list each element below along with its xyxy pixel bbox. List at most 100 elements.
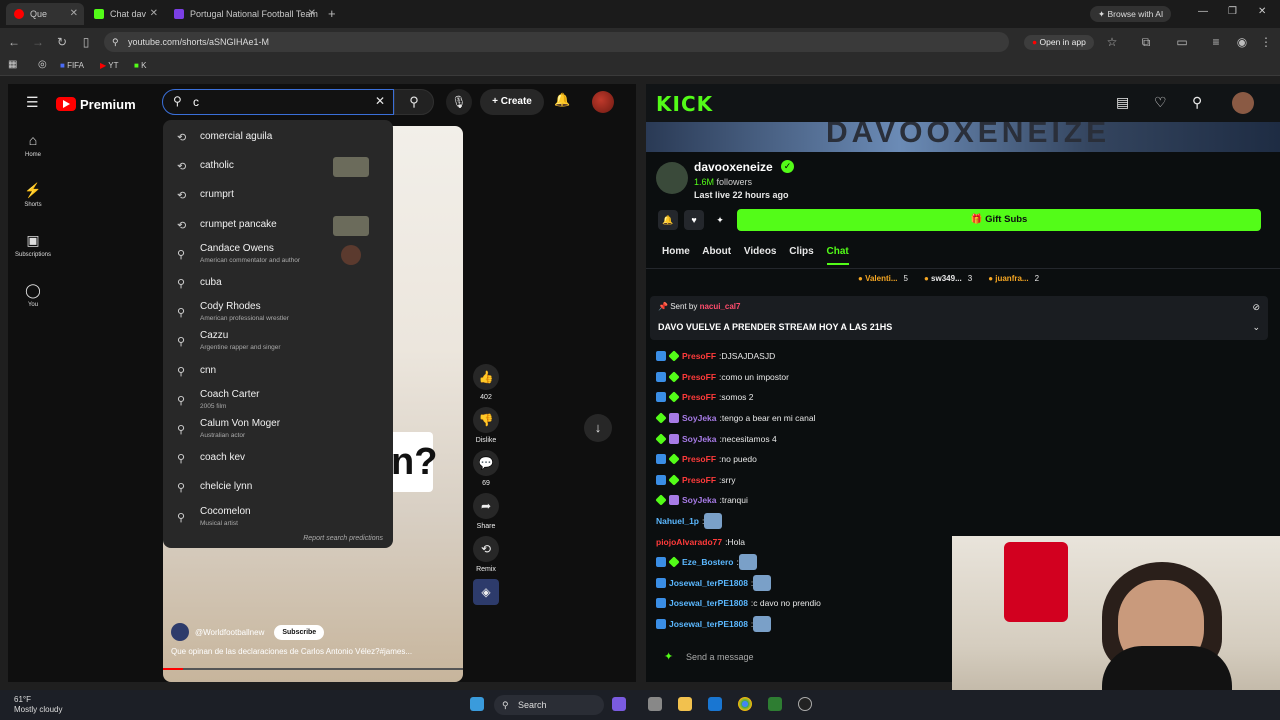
comments-button[interactable]: 💬 69 — [470, 450, 502, 487]
like-button[interactable]: 👍 402 — [470, 364, 502, 401]
menu-lines-icon[interactable]: ≡ — [1206, 32, 1226, 52]
notification-bell-button[interactable]: 🔔 — [658, 210, 678, 230]
new-tab-button[interactable]: + — [328, 6, 336, 21]
search-icon[interactable]: ⚲ — [1192, 94, 1202, 111]
chat-input[interactable]: ✦ Send a message — [656, 646, 956, 668]
chat-username[interactable]: Josewal_terPE1808 — [669, 619, 748, 629]
taskbar-search[interactable]: ⚲ Search — [494, 695, 604, 715]
chat-message[interactable]: PresoFF: DJSAJDASJD — [656, 346, 1266, 367]
leaderboard-item[interactable]: ● Valenti... 5 — [858, 274, 908, 283]
chrome-icon[interactable] — [738, 697, 752, 711]
progress-bar[interactable] — [163, 668, 463, 670]
obs-icon[interactable] — [798, 697, 812, 711]
share-button[interactable]: ➦ Share — [470, 493, 502, 530]
app-icon[interactable] — [768, 697, 782, 711]
suggestion-item[interactable]: ⚲ Coach Carter 2005 film — [163, 387, 393, 416]
chat-username[interactable]: Josewal_terPE1808 — [669, 578, 748, 588]
avatar[interactable] — [1232, 92, 1254, 114]
reload-icon[interactable]: ↻ — [52, 32, 72, 52]
tab-about[interactable]: About — [702, 246, 731, 257]
hamburger-menu-icon[interactable]: ☰ — [26, 94, 39, 111]
chat-username[interactable]: PresoFF — [682, 351, 716, 361]
chat-message[interactable]: PresoFF: como un impostor — [656, 367, 1266, 388]
suggestion-item[interactable]: ⚲ coach kev — [163, 445, 393, 474]
leaderboard-item[interactable]: ● juanfra... 2 — [988, 274, 1039, 283]
more-vert-icon[interactable]: ⋮ — [1256, 32, 1276, 52]
suggestion-item[interactable]: ⚲ Cazzu Argentine rapper and singer — [163, 328, 393, 357]
suggestion-item[interactable]: ⟲ comercial aguila — [163, 124, 393, 153]
chat-username[interactable]: Josewal_terPE1808 — [669, 598, 748, 608]
outlook-icon[interactable] — [708, 697, 722, 711]
suggestion-item[interactable]: ⚲ Candace Owens American commentator and a… — [163, 241, 393, 270]
chat-username[interactable]: SoyJeka — [682, 434, 717, 444]
browse-with-ai-button[interactable]: ✦ Browse with AI — [1090, 6, 1172, 22]
follow-heart-button[interactable]: ♥ — [684, 210, 704, 230]
files-icon[interactable] — [648, 697, 662, 711]
emote-icon[interactable]: ✦ — [664, 646, 673, 668]
bookmark-yt[interactable]: ▶ YT — [100, 61, 118, 70]
close-tab-icon[interactable]: ✕ — [150, 8, 158, 19]
extensions-icon[interactable]: ⧉ — [1136, 32, 1156, 52]
subscribe-button[interactable]: Subscribe — [274, 624, 325, 640]
chat-username[interactable]: PresoFF — [682, 454, 716, 464]
people-app-icon[interactable] — [612, 697, 626, 711]
audio-thumbnail[interactable]: ◈ — [470, 579, 502, 605]
close-tab-icon[interactable]: ✕ — [308, 8, 316, 19]
suggestion-item[interactable]: ⚲ Cody Rhodes American professional wrestl… — [163, 299, 393, 328]
chat-message[interactable]: SoyJeka: tranqui — [655, 490, 1266, 511]
site-info-icon[interactable]: ⚲ — [112, 32, 119, 52]
more-button[interactable]: ✦ — [710, 210, 730, 230]
folder-icon[interactable] — [678, 697, 692, 711]
remix-button[interactable]: ⟲ Remix — [470, 536, 502, 573]
voice-search-button[interactable]: 🎙 — [446, 89, 472, 115]
bookmark-fifa[interactable]: ■ FIFA — [60, 61, 84, 70]
star-icon[interactable]: ☆ — [1102, 32, 1122, 52]
close-tab-icon[interactable]: ✕ — [70, 8, 78, 19]
leaderboard-item[interactable]: ● sw349... 3 — [924, 274, 972, 283]
close-window-button[interactable]: ✕ — [1258, 6, 1266, 17]
chat-message[interactable]: PresoFF: no puedo — [656, 449, 1266, 470]
apps-grid-icon[interactable]: ▦ — [8, 59, 17, 70]
bookmark-k[interactable]: ■ K — [134, 61, 146, 70]
chat-message[interactable]: SoyJeka: tengo a bear en mi canal — [655, 408, 1266, 429]
forward-icon[interactable]: → — [28, 32, 48, 52]
channel-avatar[interactable] — [171, 623, 189, 641]
suggestion-item[interactable]: ⚲ Calum Von Moger Australian actor — [163, 416, 393, 445]
chat-username[interactable]: piojoAlvarado77 — [656, 537, 722, 547]
browse-icon[interactable]: ▤ — [1116, 94, 1129, 111]
profile-icon[interactable]: ◉ — [1232, 32, 1252, 52]
tab-chat[interactable]: Chat — [826, 246, 849, 265]
maximize-button[interactable]: ❐ — [1228, 6, 1237, 17]
tab-kick[interactable]: Chat dav ✕ — [86, 3, 164, 25]
report-predictions-link[interactable]: Report search predictions — [303, 535, 383, 542]
chat-message[interactable]: PresoFF: srry — [656, 470, 1266, 491]
dislike-button[interactable]: 👎 Dislike — [470, 407, 502, 444]
cast-icon[interactable]: ▭ — [1172, 32, 1192, 52]
chat-message[interactable]: Nahuel_1p: — [656, 511, 1266, 532]
sidebar-item-shorts[interactable]: ⚡ Shorts — [8, 174, 58, 224]
youtube-premium-logo[interactable]: Premium — [56, 94, 136, 114]
tab-home[interactable]: Home — [662, 246, 690, 257]
pinned-message[interactable]: 📌 Sent by nacui_cal7 DAVO VUELVE A PREND… — [650, 296, 1268, 340]
open-in-app-button[interactable]: ● Open in app — [1024, 35, 1094, 50]
sidebar-item-subscriptions[interactable]: ▣ Subscriptions — [8, 224, 58, 274]
windows-start-icon[interactable] — [470, 697, 484, 711]
search-input[interactable] — [193, 94, 353, 110]
chat-username[interactable]: PresoFF — [682, 372, 716, 382]
chat-username[interactable]: PresoFF — [682, 475, 716, 485]
chat-message[interactable]: SoyJeka: necesitamos 4 — [655, 428, 1266, 449]
heart-icon[interactable]: ♡ — [1154, 94, 1167, 111]
minimize-button[interactable]: — — [1198, 6, 1208, 17]
unpin-icon[interactable]: ⊘ — [1252, 302, 1260, 313]
tab-clips[interactable]: Clips — [789, 246, 813, 257]
chat-username[interactable]: Nahuel_1p — [656, 516, 699, 526]
create-button[interactable]: + Create — [480, 89, 544, 115]
gift-subs-button[interactable]: 🎁 Gift Subs — [737, 209, 1261, 231]
kick-logo[interactable]: KICK — [656, 92, 713, 116]
suggestion-item[interactable]: ⚲ chelcie lynn — [163, 474, 393, 503]
sidebar-item-home[interactable]: ⌂ Home — [8, 124, 58, 174]
avatar[interactable] — [592, 91, 614, 113]
channel-name[interactable]: @Worldfootballnew — [195, 628, 264, 637]
suggestion-item[interactable]: ⚲ cnn — [163, 358, 393, 387]
notifications-bell-icon[interactable]: 🔔 — [554, 92, 570, 108]
